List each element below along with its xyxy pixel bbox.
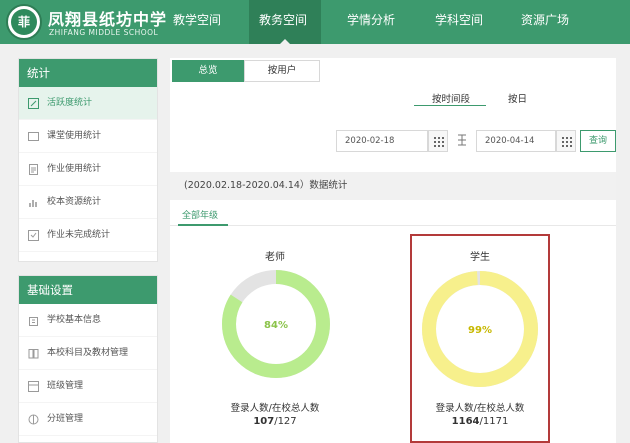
teacher-stat-title: 老师 <box>265 252 285 263</box>
sidebar-item-label: 本校科目及教材管理 <box>47 348 129 358</box>
school-logo: 菲 <box>6 4 42 40</box>
sidebar-item-school-resources[interactable]: 校本资源统计 <box>19 186 157 219</box>
calendar-grid-icon <box>562 137 572 147</box>
nav-learning-analysis[interactable]: 学情分析 <box>347 0 395 44</box>
query-button[interactable]: 查询 <box>580 130 616 152</box>
main-content: 总览 按用户 按时间段 按日 2020-02-18 2020-04-14 查询 … <box>170 58 616 443</box>
mode-by-period[interactable]: 按时间段 <box>432 91 470 105</box>
sidebar-settings-title: 基础设置 <box>19 276 157 304</box>
mode-active-underline <box>414 105 486 106</box>
nav-resource-square[interactable]: 资源广场 <box>521 0 569 44</box>
end-date-input[interactable]: 2020-04-14 <box>476 130 556 152</box>
nav-subject-space[interactable]: 学科空间 <box>435 0 483 44</box>
sidebar-item-label: 学校基本信息 <box>47 315 102 325</box>
teacher-donut-chart: 84% <box>222 270 330 378</box>
teacher-total-count: /127 <box>274 416 297 427</box>
sidebar-item-label: 作业使用统计 <box>47 164 102 174</box>
sidebar-item-class-management[interactable]: 班级管理 <box>19 370 157 403</box>
sidebar-item-school-info[interactable]: 学校基本信息 <box>19 304 157 337</box>
teacher-percent-label: 84% <box>264 320 288 331</box>
start-date-input[interactable]: 2020-02-18 <box>336 130 428 152</box>
grade-tab-active-indicator <box>178 224 228 226</box>
sidebar-stats-panel: 统计 活跃度统计 课堂使用统计 作业使用统计 校本资源统计 作业未完成统计 <box>18 58 158 262</box>
date-range-summary: (2020.02.18-2020.04.14）数据统计 <box>170 172 616 200</box>
nav-teaching-space[interactable]: 教学空间 <box>173 0 221 44</box>
document-icon <box>28 164 39 175</box>
tab-overview[interactable]: 总览 <box>172 60 244 82</box>
book-icon <box>28 348 39 359</box>
end-calendar-button[interactable] <box>556 130 576 152</box>
student-highlight-box <box>410 234 550 443</box>
mode-by-day[interactable]: 按日 <box>508 91 527 105</box>
checklist-icon <box>28 230 39 241</box>
sidebar-item-label: 活跃度统计 <box>47 98 93 108</box>
start-calendar-button[interactable] <box>428 130 448 152</box>
calendar-grid-icon <box>434 137 444 147</box>
sidebar-item-label: 课堂使用统计 <box>47 131 102 141</box>
bar-chart-icon <box>28 197 39 208</box>
sidebar-item-label: 分班管理 <box>47 414 84 424</box>
teacher-stat-count: 107/127 <box>215 416 335 427</box>
sidebar-settings-panel: 基础设置 学校基本信息 本校科目及教材管理 班级管理 分班管理 <box>18 275 158 443</box>
tab-by-user[interactable]: 按用户 <box>244 60 320 82</box>
top-header: 菲 凤翔县纸坊中学 ZHIFANG MIDDLE SCHOOL 教学空间 教务空… <box>0 0 630 44</box>
school-name: 凤翔县纸坊中学 <box>48 10 168 29</box>
class-icon <box>28 381 39 392</box>
sidebar-item-class-division[interactable]: 分班管理 <box>19 403 157 436</box>
sidebar-item-label: 作业未完成统计 <box>47 230 111 240</box>
school-english-name: ZHIFANG MIDDLE SCHOOL <box>49 28 159 37</box>
building-icon <box>28 315 39 326</box>
split-icon <box>28 414 39 425</box>
school-logo-mark: 菲 <box>11 9 37 35</box>
nav-academic-affairs[interactable]: 教务空间 <box>249 0 321 44</box>
sidebar-item-homework-usage[interactable]: 作业使用统计 <box>19 153 157 186</box>
edit-icon <box>28 98 39 109</box>
teacher-stat-subtitle: 登录人数/在校总人数 <box>230 403 320 414</box>
grade-tab-divider <box>170 225 616 226</box>
sidebar-stats-title: 统计 <box>19 59 157 87</box>
sidebar-item-classroom-usage[interactable]: 课堂使用统计 <box>19 120 157 153</box>
range-separator-icon <box>457 134 467 149</box>
classroom-icon <box>28 131 39 142</box>
sidebar-item-activity-stats[interactable]: 活跃度统计 <box>19 87 157 120</box>
sidebar-item-label: 校本资源统计 <box>47 197 102 207</box>
sidebar-item-label: 班级管理 <box>47 381 84 391</box>
teacher-logged-count: 107 <box>253 416 275 427</box>
sidebar-item-unfinished-homework[interactable]: 作业未完成统计 <box>19 219 157 252</box>
tab-all-grades[interactable]: 全部年级 <box>182 208 218 221</box>
sidebar-item-subjects-textbooks[interactable]: 本校科目及教材管理 <box>19 337 157 370</box>
